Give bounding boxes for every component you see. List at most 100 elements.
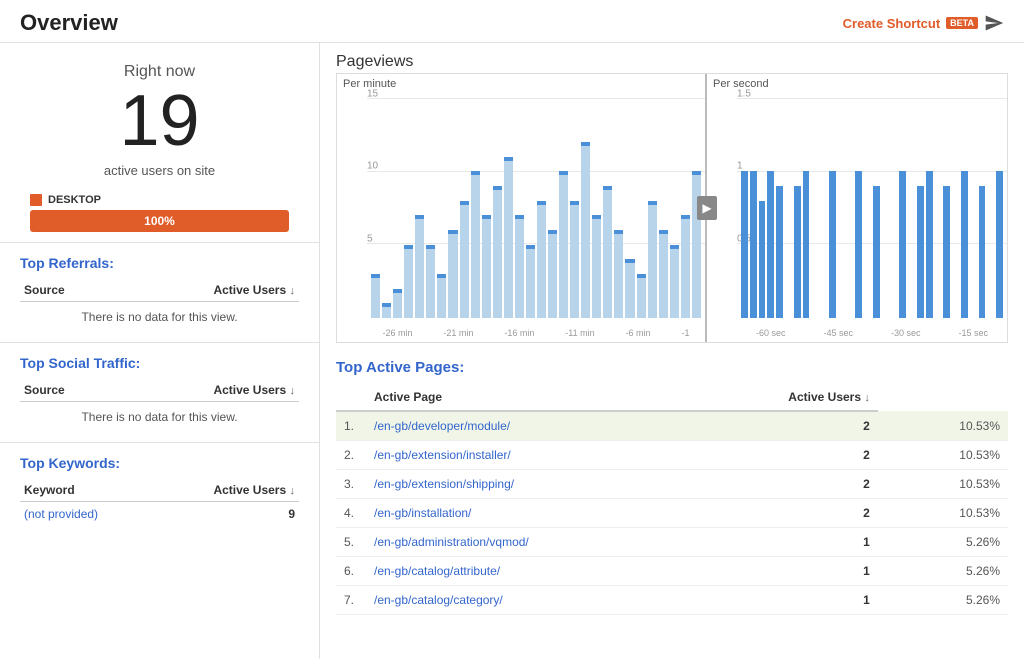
page-link[interactable]: /en-gb/catalog/attribute/ xyxy=(366,557,758,586)
bar xyxy=(873,186,880,318)
table-row: 5. /en-gb/administration/vqmod/ 1 5.26% xyxy=(336,528,1008,557)
bar xyxy=(393,289,402,318)
table-row: 3. /en-gb/extension/shipping/ 2 10.53% xyxy=(336,470,1008,499)
row-index: 2. xyxy=(336,441,366,470)
table-header-row: Active Page Active Users ↓ xyxy=(336,384,1008,411)
bar-group xyxy=(482,98,491,318)
bar xyxy=(659,230,668,318)
pageviews-section: Pageviews Per minute 15 10 5 xyxy=(336,53,1008,343)
active-user-count: 19 xyxy=(10,85,309,157)
bar xyxy=(996,171,1003,318)
bar-group xyxy=(908,98,915,318)
row-index: 6. xyxy=(336,557,366,586)
keyword-cell[interactable]: (not provided) xyxy=(20,502,153,527)
chart-area: Per minute 15 10 5 xyxy=(336,73,1008,343)
bar-group xyxy=(603,98,612,318)
bar xyxy=(448,230,457,318)
bar xyxy=(670,245,679,318)
create-shortcut-button[interactable]: Create Shortcut BETA xyxy=(843,13,1004,33)
bar xyxy=(741,171,748,318)
bar-group xyxy=(987,98,994,318)
bar xyxy=(437,274,446,318)
bar xyxy=(979,186,986,318)
col-active-users: Active Users ↓ xyxy=(758,384,878,411)
bar-group xyxy=(882,98,889,318)
bar xyxy=(592,215,601,318)
bar-group xyxy=(592,98,601,318)
bar-group xyxy=(776,98,783,318)
bar-group xyxy=(917,98,924,318)
bar-group xyxy=(393,98,402,318)
bar xyxy=(471,171,480,318)
bar-group xyxy=(759,98,766,318)
x-label: -26 min xyxy=(382,328,412,338)
x-label: -21 min xyxy=(443,328,473,338)
top-social-title: Top Social Traffic: xyxy=(20,355,299,371)
user-count: 2 xyxy=(758,441,878,470)
bar-group xyxy=(891,98,898,318)
user-pct: 10.53% xyxy=(878,499,1008,528)
x-label: -6 min xyxy=(626,328,651,338)
user-pct: 5.26% xyxy=(878,586,1008,615)
bar-group xyxy=(504,98,513,318)
right-bar-chart xyxy=(737,98,1007,318)
bar xyxy=(637,274,646,318)
top-social-section: Top Social Traffic: Source Active Users … xyxy=(0,343,319,443)
bar xyxy=(899,171,906,318)
bar-group xyxy=(625,98,634,318)
page-link[interactable]: /en-gb/extension/installer/ xyxy=(366,441,758,470)
page-link[interactable]: /en-gb/extension/shipping/ xyxy=(366,470,758,499)
page-title: Overview xyxy=(20,10,118,36)
sort-arrow-icon: ↓ xyxy=(290,485,296,497)
page-link[interactable]: /en-gb/developer/module/ xyxy=(366,411,758,441)
chart-arrow-icon: ▶ xyxy=(697,196,717,220)
active-pages-title: Top Active Pages: xyxy=(336,359,1008,376)
bar xyxy=(692,171,701,318)
bar-group xyxy=(741,98,748,318)
table-row: (not provided) 9 xyxy=(20,502,299,527)
table-row: There is no data for this view. xyxy=(20,302,299,333)
social-col-source: Source xyxy=(20,379,118,402)
top-keywords-section: Top Keywords: Keyword Active Users ↓ (no… xyxy=(0,443,319,526)
user-pct: 10.53% xyxy=(878,411,1008,441)
bar-group xyxy=(659,98,668,318)
bar-group xyxy=(838,98,845,318)
active-pages-section: Top Active Pages: Active Page Active Use… xyxy=(336,359,1008,615)
social-empty: There is no data for this view. xyxy=(20,402,299,433)
table-row: 6. /en-gb/catalog/attribute/ 1 5.26% xyxy=(336,557,1008,586)
row-index: 5. xyxy=(336,528,366,557)
pageviews-title: Pageviews xyxy=(336,53,1008,71)
bar xyxy=(537,201,546,318)
table-row: 2. /en-gb/extension/installer/ 2 10.53% xyxy=(336,441,1008,470)
page-link[interactable]: /en-gb/installation/ xyxy=(366,499,758,528)
row-index: 1. xyxy=(336,411,366,441)
bar xyxy=(482,215,491,318)
active-user-sub: active users on site xyxy=(10,163,309,178)
bar xyxy=(750,171,757,318)
bar xyxy=(581,142,590,318)
table-row: 4. /en-gb/installation/ 2 10.53% xyxy=(336,499,1008,528)
bar xyxy=(803,171,810,318)
bar-group xyxy=(961,98,968,318)
keywords-col-keyword: Keyword xyxy=(20,479,153,502)
x-label: -45 sec xyxy=(823,328,853,338)
x-labels-left: -26 min -21 min -16 min -11 min -6 min -… xyxy=(367,328,705,338)
x-label: -16 min xyxy=(504,328,534,338)
left-bar-chart xyxy=(367,98,705,318)
col-index xyxy=(336,384,366,411)
bar-group xyxy=(996,98,1003,318)
x-labels-right: -60 sec -45 sec -30 sec -15 sec xyxy=(737,328,1007,338)
bar-group xyxy=(820,98,827,318)
page-link[interactable]: /en-gb/catalog/category/ xyxy=(366,586,758,615)
header: Overview Create Shortcut BETA xyxy=(0,0,1024,43)
bar-group xyxy=(943,98,950,318)
bar xyxy=(767,171,774,318)
bar xyxy=(759,201,766,318)
bar xyxy=(614,230,623,318)
page-link[interactable]: /en-gb/administration/vqmod/ xyxy=(366,528,758,557)
x-label: -60 sec xyxy=(756,328,786,338)
user-count: 1 xyxy=(758,557,878,586)
x-label: -11 min xyxy=(565,328,594,338)
bar-group xyxy=(548,98,557,318)
bar xyxy=(515,215,524,318)
